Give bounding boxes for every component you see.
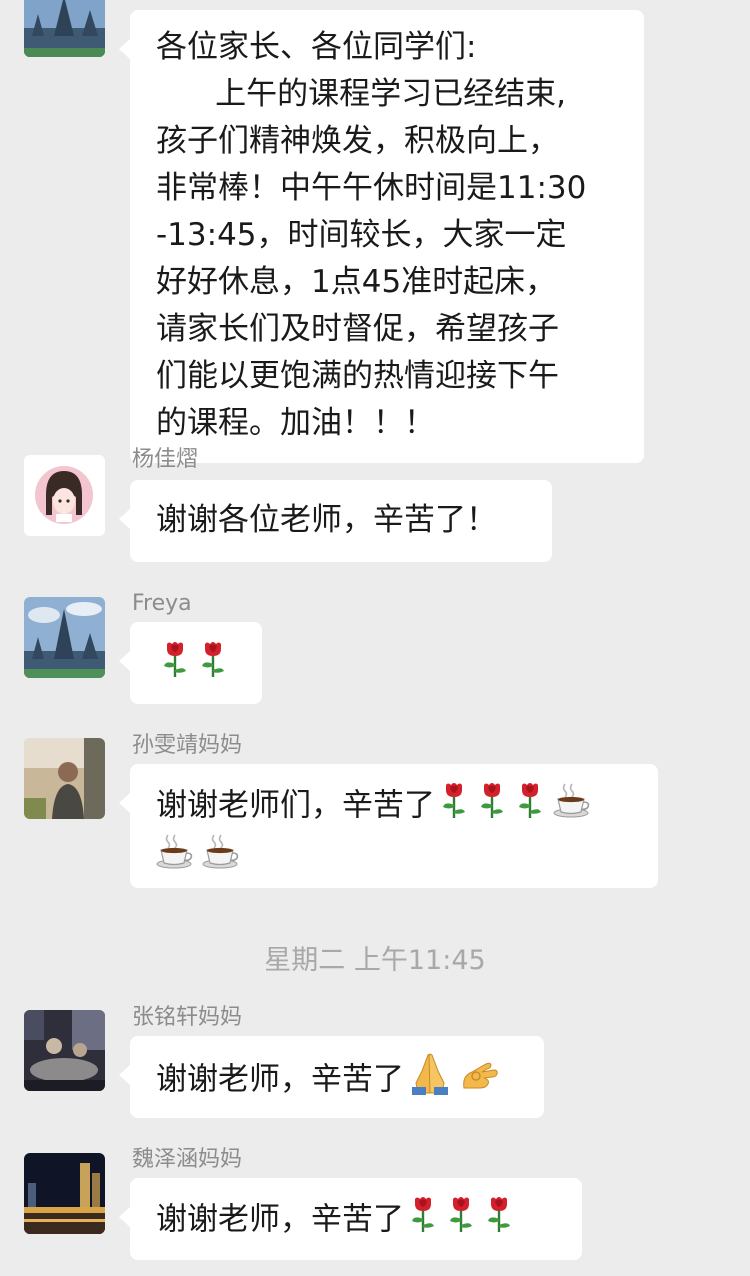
coffee-icon xyxy=(202,833,240,883)
rose-icon xyxy=(160,640,190,692)
rose-icon xyxy=(198,640,228,692)
message-line: 谢谢老师，辛苦了 xyxy=(156,1053,518,1109)
ok-hand-icon xyxy=(460,1054,500,1108)
avatar-castle[interactable] xyxy=(24,597,105,678)
message-line: 谢谢老师们，辛苦了 xyxy=(156,781,632,833)
sender-name: 张铭轩妈妈 xyxy=(132,1005,243,1030)
message-line: 谢谢老师，辛苦了 xyxy=(156,1195,556,1247)
message-line: 好好休息，1点45准时起床， xyxy=(156,264,557,300)
sender-name: 杨佳熠 xyxy=(132,447,199,472)
message-bubble[interactable]: 谢谢老师们，辛苦了 xyxy=(119,764,658,888)
sender-name: 魏泽涵妈妈 xyxy=(132,1147,243,1172)
avatar-photo-woman[interactable] xyxy=(24,738,105,819)
message-text: 谢谢各位老师，辛苦了！ xyxy=(156,502,497,538)
rose-icon xyxy=(446,1195,476,1247)
message-bubble[interactable]: 谢谢老师，辛苦了 xyxy=(119,1178,582,1260)
pray-hands-icon xyxy=(408,1053,452,1109)
avatar-girl-cartoon[interactable] xyxy=(24,455,105,536)
message-text: 谢谢老师们，辛苦了 xyxy=(156,787,435,824)
message-bubble[interactable] xyxy=(119,622,262,704)
message-bubble[interactable]: 谢谢各位老师，辛苦了！ xyxy=(119,480,552,562)
message-bubble[interactable]: 谢谢老师，辛苦了 xyxy=(119,1036,544,1118)
coffee-icon xyxy=(553,782,591,832)
message-line: 的课程。加油！！！ xyxy=(156,405,435,441)
rose-icon xyxy=(439,781,469,833)
rose-icon xyxy=(408,1195,438,1247)
rose-icon xyxy=(477,781,507,833)
message-bubble-announcement[interactable]: 各位家长、各位同学们: 上午的课程学习已经结束, 孩子们精神焕发，积极向上， 非… xyxy=(119,10,644,463)
chat-area[interactable]: 各位家长、各位同学们: 上午的课程学习已经结束, 孩子们精神焕发，积极向上， 非… xyxy=(0,0,750,1276)
emoji-group xyxy=(435,783,595,824)
message-line: 们能以更饱满的热情迎接下午 xyxy=(156,358,559,394)
sender-name: Freya xyxy=(132,591,192,616)
emoji-group xyxy=(404,1197,518,1238)
avatar-photo-city-night[interactable] xyxy=(24,1153,105,1234)
message-line: 孩子们精神焕发，积极向上， xyxy=(156,123,559,159)
message-line: 上午的课程学习已经结束, xyxy=(156,76,566,112)
message-line: 各位家长、各位同学们: xyxy=(156,29,477,65)
message-line xyxy=(152,833,632,883)
message-line: 非常棒！中午午休时间是11:30 xyxy=(156,170,587,206)
timestamp: 星期二 上午11:45 xyxy=(264,945,486,976)
emoji-group xyxy=(152,834,244,875)
avatar-photo-dinner[interactable] xyxy=(24,1010,105,1091)
emoji-group xyxy=(156,642,232,683)
avatar-castle[interactable] xyxy=(24,0,105,57)
sender-name: 孙雯靖妈妈 xyxy=(132,733,243,758)
message-text: 谢谢老师，辛苦了 xyxy=(156,1061,404,1098)
message-text: 谢谢老师，辛苦了 xyxy=(156,1201,404,1238)
message-line: -13:45，时间较长，大家一定 xyxy=(156,217,567,253)
emoji-group xyxy=(404,1053,504,1098)
message-line: 请家长们及时督促，希望孩子 xyxy=(156,311,559,347)
rose-icon xyxy=(484,1195,514,1247)
coffee-icon xyxy=(156,833,194,883)
rose-icon xyxy=(515,781,545,833)
